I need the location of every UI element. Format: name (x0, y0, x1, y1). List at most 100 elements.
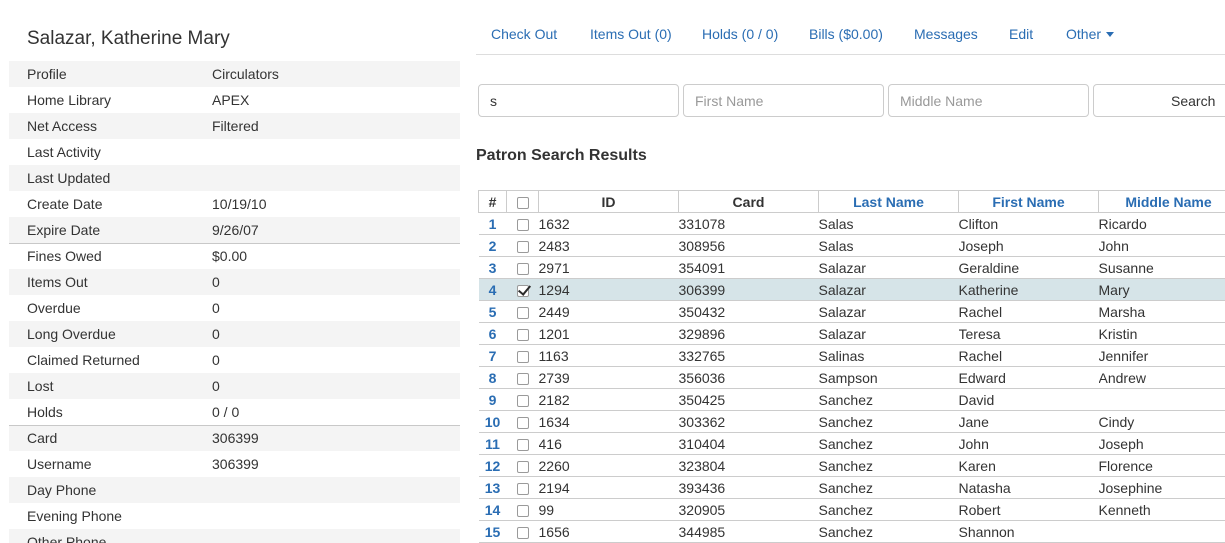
nav-check-out[interactable]: Check Out (491, 26, 557, 42)
cell-last-name: Sanchez (818, 410, 959, 433)
result-row[interactable]: 11 416 310404 Sanchez John Joseph (478, 432, 1225, 455)
result-row[interactable]: 5 2449 350432 Salazar Rachel Marsha (478, 300, 1225, 323)
row-checkbox-cell[interactable] (506, 322, 539, 345)
cell-middle-name: Josephine (1098, 476, 1225, 499)
nav-edit[interactable]: Edit (1009, 26, 1033, 42)
nav-bills[interactable]: Bills ($0.00) (809, 26, 883, 42)
row-checkbox[interactable] (516, 394, 529, 407)
row-index-link[interactable]: 15 (478, 520, 507, 543)
row-index-link[interactable]: 5 (478, 300, 507, 323)
result-row[interactable]: 9 2182 350425 Sanchez David (478, 388, 1225, 411)
results-title: Patron Search Results (476, 147, 647, 164)
summary-label: Overdue (27, 300, 81, 316)
column-header-first-name[interactable]: First Name (958, 190, 1099, 213)
nav-holds[interactable]: Holds (0 / 0) (702, 26, 778, 42)
cell-middle-name: Jennifer (1098, 344, 1225, 367)
select-all-checkbox[interactable] (516, 196, 529, 209)
select-all-checkbox-cell[interactable] (506, 190, 539, 213)
row-checkbox-cell[interactable] (506, 410, 539, 433)
summary-row: Create Date 10/19/10 (9, 191, 460, 217)
last-name-input[interactable] (478, 84, 679, 117)
row-checkbox[interactable] (516, 218, 529, 231)
row-index-link[interactable]: 9 (478, 388, 507, 411)
row-index-link[interactable]: 13 (478, 476, 507, 499)
row-checkbox-cell[interactable] (506, 278, 539, 301)
row-checkbox-cell[interactable] (506, 388, 539, 411)
row-index-link[interactable]: 1 (478, 212, 507, 235)
row-checkbox-cell[interactable] (506, 432, 539, 455)
cell-card: 329896 (678, 322, 819, 345)
nav-messages[interactable]: Messages (914, 26, 978, 42)
cell-middle-name (1098, 388, 1225, 411)
row-checkbox-cell[interactable] (506, 498, 539, 521)
nav-other-dropdown[interactable]: Other (1066, 26, 1115, 42)
row-index-link[interactable]: 4 (478, 278, 507, 301)
cell-card: 354091 (678, 256, 819, 279)
summary-value: 0 (212, 373, 460, 399)
row-checkbox-cell[interactable] (506, 454, 539, 477)
column-header-last-name[interactable]: Last Name (818, 190, 959, 213)
result-row[interactable]: 14 99 320905 Sanchez Robert Kenneth (478, 498, 1225, 521)
row-checkbox-cell[interactable] (506, 366, 539, 389)
row-index-link[interactable]: 12 (478, 454, 507, 477)
summary-value: 306399 (212, 424, 460, 451)
row-checkbox-cell[interactable] (506, 212, 539, 235)
summary-label: Expire Date (9, 217, 212, 243)
row-checkbox[interactable] (516, 504, 529, 517)
result-row[interactable]: 13 2194 393436 Sanchez Natasha Josephine (478, 476, 1225, 499)
row-index-link[interactable]: 7 (478, 344, 507, 367)
row-checkbox[interactable] (516, 262, 529, 275)
result-row[interactable]: 2 2483 308956 Salas Joseph John (478, 234, 1225, 257)
result-row[interactable]: 15 1656 344985 Sanchez Shannon (478, 520, 1225, 543)
cell-card: 320905 (678, 498, 819, 521)
row-checkbox[interactable] (516, 482, 529, 495)
result-row[interactable]: 3 2971 354091 Salazar Geraldine Susanne (478, 256, 1225, 279)
row-checkbox[interactable] (516, 306, 529, 319)
cell-id: 1294 (538, 278, 679, 301)
row-checkbox-cell[interactable] (506, 234, 539, 257)
row-index-link[interactable]: 3 (478, 256, 507, 279)
column-header-middle-name[interactable]: Middle Name (1098, 190, 1225, 213)
nav-items-out[interactable]: Items Out (0) (590, 26, 672, 42)
row-index-link[interactable]: 8 (478, 366, 507, 389)
result-row[interactable]: 1 1632 331078 Salas Clifton Ricardo (478, 212, 1225, 235)
summary-row: Card 306399 (9, 424, 460, 451)
row-checkbox-cell[interactable] (506, 256, 539, 279)
result-row[interactable]: 8 2739 356036 Sampson Edward Andrew (478, 366, 1225, 389)
result-row[interactable]: 12 2260 323804 Sanchez Karen Florence (478, 454, 1225, 477)
first-name-input[interactable] (683, 84, 884, 117)
result-row[interactable]: 7 1163 332765 Salinas Rachel Jennifer (478, 344, 1225, 367)
column-header-id[interactable]: ID (538, 190, 679, 213)
row-index-link[interactable]: 6 (478, 322, 507, 345)
row-checkbox[interactable] (516, 284, 529, 297)
summary-row: Username 306399 (9, 451, 460, 477)
middle-name-input[interactable] (888, 84, 1089, 117)
result-row[interactable]: 4 1294 306399 Salazar Katherine Mary (478, 278, 1225, 301)
row-checkbox[interactable] (516, 240, 529, 253)
cell-first-name: Robert (958, 498, 1099, 521)
cell-id: 2739 (538, 366, 679, 389)
row-index-link[interactable]: 10 (478, 410, 507, 433)
result-row[interactable]: 10 1634 303362 Sanchez Jane Cindy (478, 410, 1225, 433)
row-checkbox[interactable] (516, 372, 529, 385)
summary-label: Long Overdue (9, 321, 212, 347)
row-index-link[interactable]: 14 (478, 498, 507, 521)
row-checkbox-cell[interactable] (506, 344, 539, 367)
cell-last-name: Salazar (818, 322, 959, 345)
row-index-link[interactable]: 2 (478, 234, 507, 257)
row-index-link[interactable]: 11 (478, 432, 507, 455)
row-checkbox-cell[interactable] (506, 300, 539, 323)
column-header-card[interactable]: Card (678, 190, 819, 213)
search-button[interactable]: Search (1093, 84, 1225, 117)
row-checkbox-cell[interactable] (506, 476, 539, 499)
row-checkbox[interactable] (516, 328, 529, 341)
row-checkbox[interactable] (516, 416, 529, 429)
summary-row: Expire Date 9/26/07 (9, 217, 460, 243)
result-row[interactable]: 6 1201 329896 Salazar Teresa Kristin (478, 322, 1225, 345)
cell-first-name: Rachel (958, 300, 1099, 323)
row-checkbox[interactable] (516, 460, 529, 473)
row-checkbox[interactable] (516, 526, 529, 539)
row-checkbox-cell[interactable] (506, 520, 539, 543)
row-checkbox[interactable] (516, 350, 529, 363)
row-checkbox[interactable] (516, 438, 529, 451)
